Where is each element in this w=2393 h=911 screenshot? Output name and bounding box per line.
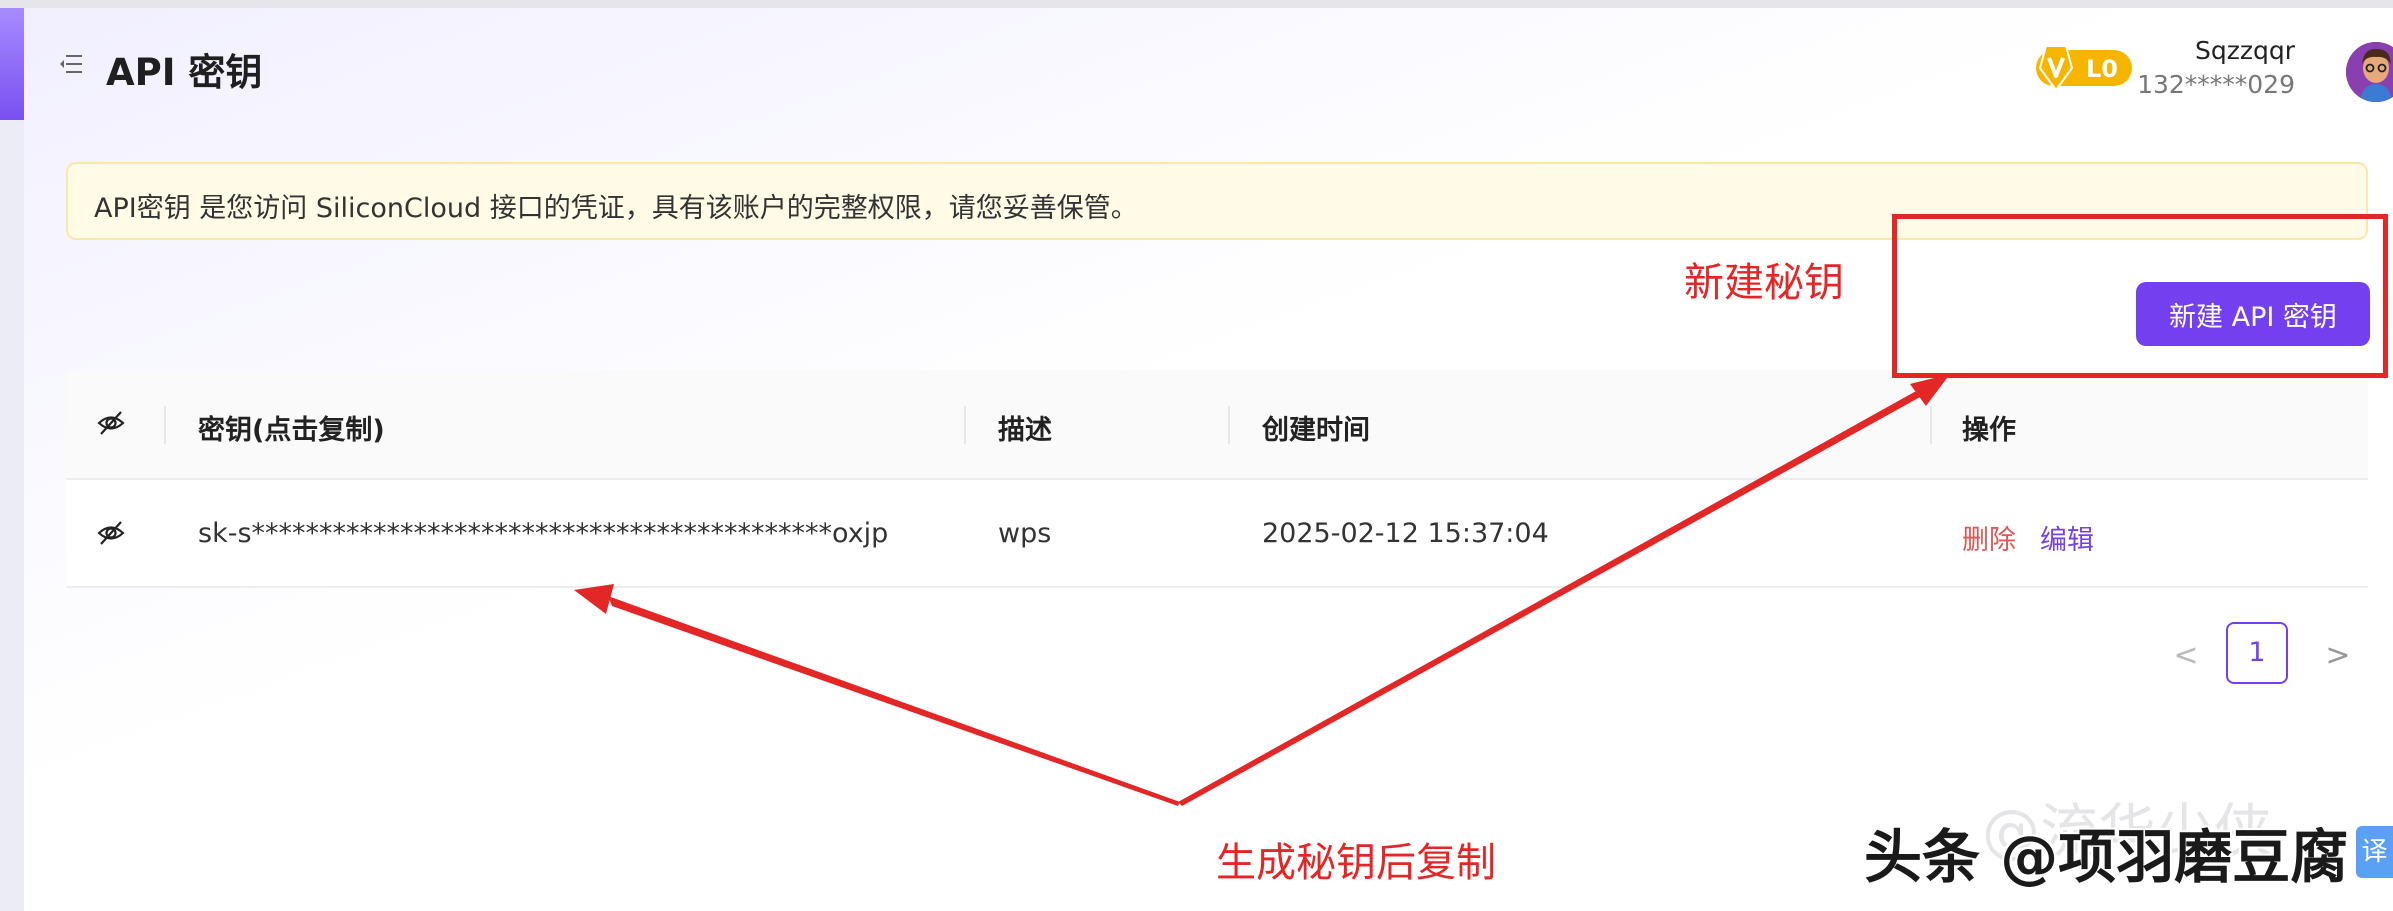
pagination-next-button[interactable]: > xyxy=(2318,636,2358,676)
api-key-table: 密钥(点击复制) 描述 创建时间 操作 sk-s****************… xyxy=(66,370,2368,588)
column-header-actions: 操作 xyxy=(1962,415,2016,446)
key-description: wps xyxy=(998,518,1052,549)
page-header: API 密钥 L0 Sqzzqqr 132*****029 xyxy=(24,8,2393,124)
column-header-description: 描述 xyxy=(998,415,1052,446)
annotation-copy-label: 生成秘钥后复制 xyxy=(1216,840,1496,886)
edit-key-link[interactable]: 编辑 xyxy=(2040,518,2094,557)
level-badge[interactable]: L0 xyxy=(2022,44,2134,92)
user-name[interactable]: Sqzzqqr xyxy=(2195,36,2295,65)
table-header: 密钥(点击复制) 描述 创建时间 操作 xyxy=(66,370,2368,480)
annotation-arrow-to-key xyxy=(608,596,1180,806)
pagination-prev-button[interactable]: < xyxy=(2166,636,2206,676)
column-divider xyxy=(1930,406,1932,444)
page-title: API 密钥 xyxy=(106,51,263,94)
eye-off-icon[interactable] xyxy=(96,408,126,438)
eye-off-icon[interactable] xyxy=(96,518,126,548)
user-phone: 132*****029 xyxy=(2137,70,2295,99)
column-header-created-at: 创建时间 xyxy=(1262,415,1370,446)
top-border xyxy=(0,0,2393,8)
avatar-image xyxy=(2346,42,2393,102)
annotation-highlight-box xyxy=(1892,214,2388,378)
sidebar-collapsed[interactable] xyxy=(0,8,24,911)
sidebar-active-indicator xyxy=(0,8,24,120)
translate-tag[interactable]: 译 xyxy=(2356,826,2393,878)
annotation-arrow-head-key xyxy=(574,584,614,614)
level-badge-label: L0 xyxy=(2086,55,2118,83)
pagination-page-1[interactable]: 1 xyxy=(2226,622,2288,684)
annotation-new-key-label: 新建秘钥 xyxy=(1684,260,1844,306)
table-row: sk-s************************************… xyxy=(66,480,2368,588)
avatar[interactable] xyxy=(2346,42,2393,102)
api-key-value[interactable]: sk-s************************************… xyxy=(198,518,888,549)
column-divider xyxy=(164,406,166,444)
column-header-key: 密钥(点击复制) xyxy=(198,415,385,446)
key-created-at: 2025-02-12 15:37:04 xyxy=(1262,518,1549,549)
column-divider xyxy=(964,406,966,444)
column-divider xyxy=(1228,406,1230,444)
menu-collapse-icon[interactable] xyxy=(58,52,84,76)
notice-text: API密钥 是您访问 SiliconCloud 接口的凭证，具有该账户的完整权限… xyxy=(94,193,1138,224)
watermark: 头条 @项羽磨豆腐 xyxy=(1864,823,2349,891)
delete-key-link[interactable]: 删除 xyxy=(1962,518,2016,557)
